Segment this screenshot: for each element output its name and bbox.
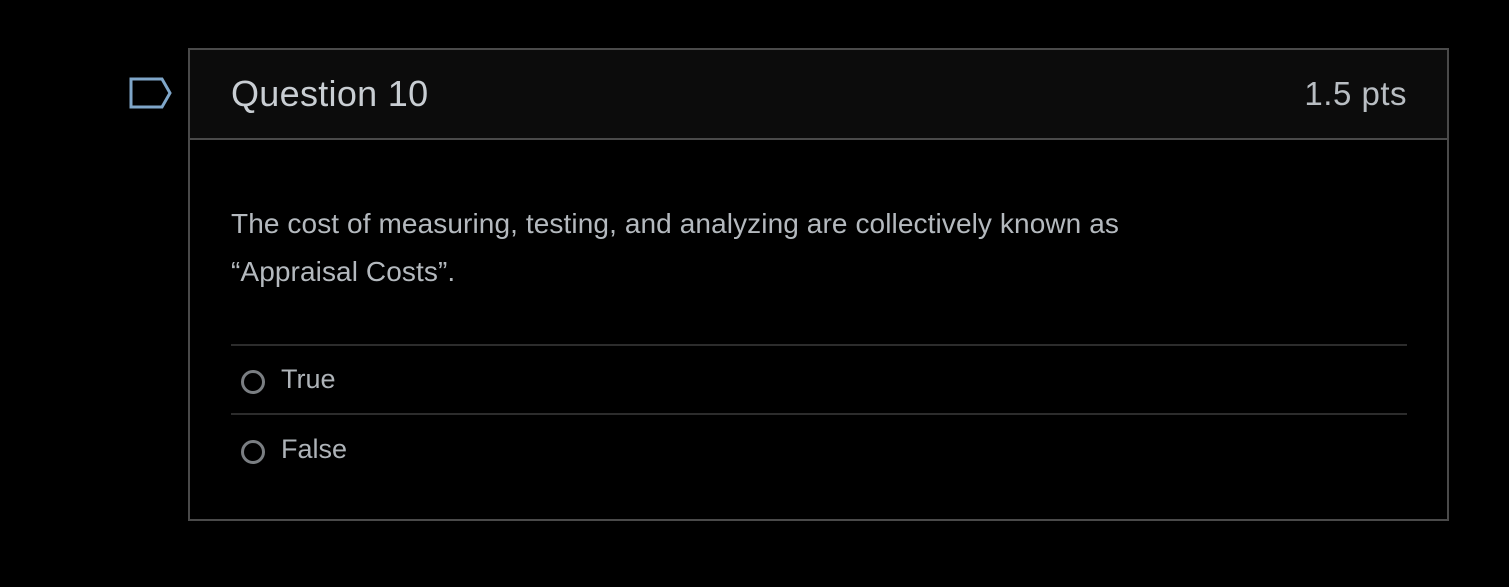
question-card: Question 10 1.5 pts The cost of measurin…: [188, 48, 1449, 521]
question-points: 1.5 pts: [1304, 75, 1407, 112]
answer-label-false: False: [281, 434, 348, 464]
answer-option-true[interactable]: True: [231, 346, 1407, 415]
question-body: The cost of measuring, testing, and anal…: [190, 140, 1447, 484]
question-text: The cost of measuring, testing, and anal…: [231, 208, 1120, 287]
radio-button-false[interactable]: [241, 439, 265, 464]
question-title: Question 10: [231, 73, 429, 114]
quiz-page: Question 10 1.5 pts The cost of measurin…: [0, 0, 1509, 587]
radio-button-true[interactable]: [241, 369, 265, 394]
answer-list: True False: [231, 344, 1407, 484]
question-header: Question 10 1.5 pts: [190, 50, 1447, 140]
flag-question-button[interactable]: [129, 76, 173, 110]
answer-label-true: True: [281, 364, 336, 394]
flag-icon: [129, 77, 172, 109]
answer-option-false[interactable]: False: [231, 415, 1407, 484]
